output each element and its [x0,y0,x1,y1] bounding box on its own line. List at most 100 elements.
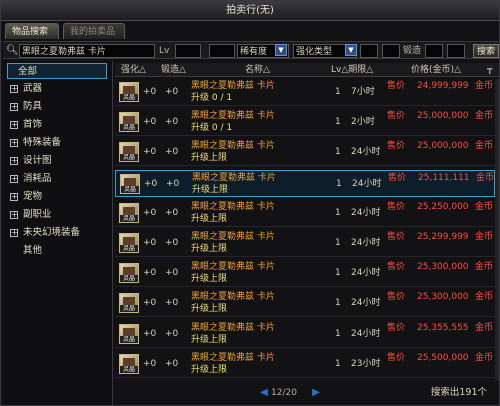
table-row[interactable]: 灵晶 +0 +0 黑眼之夏勒弗兹 卡片 升级 0 / 1 1 2小时 售价 25,000,000… [115,109,495,137]
header-lv-time[interactable]: Lv△期限△ [331,63,373,77]
result-count: 搜索出191个 [430,387,487,398]
item-icon-label: 灵晶 [120,305,138,313]
expand-icon[interactable]: + [10,229,18,237]
forge-min-input[interactable] [425,44,443,58]
sidebar-item-pet[interactable]: + 宠物 [7,189,107,205]
level-value: 1 [335,238,341,248]
sidebar-item-special-equipment[interactable]: + 特殊装备 [7,135,107,151]
card-item-icon[interactable]: 灵晶 [119,233,139,253]
sidebar-item-armor[interactable]: + 防具 [7,99,107,115]
card-item-icon[interactable]: 灵晶 [119,263,139,284]
level-value: 1 [335,328,341,339]
header-price[interactable]: 价格(金币)△ [411,63,461,77]
scrollbar[interactable] [495,79,499,381]
table-row[interactable]: 灵晶 +0 +0 黑眼之夏勒弗兹 卡片 升级上限 1 23小时 售价 25,500,000 金币 [115,351,495,378]
lv-min-input[interactable] [175,44,201,58]
sidebar-item-label: 未央幻境装备 [23,227,81,238]
sale-label: 售价 [387,322,406,333]
upgrade-status: 升级上限 [191,334,228,345]
search-icon: 🔍︎ [6,45,19,56]
price-value: 24,999,999 [417,81,469,91]
currency-label: 金币 [475,232,494,242]
level-value: 1 [335,298,341,309]
card-item-icon[interactable]: 灵晶 [119,142,139,163]
header-enhance[interactable]: 强化△ [121,63,146,77]
table-row[interactable]: 灵晶 +0 +0 黑眼之夏勒弗兹 卡片 升级上限 1 24小时 售价 25,299,999 金币 [115,230,495,257]
enhance-min-input[interactable] [360,44,378,58]
table-row[interactable]: 灵晶 +0 +0 黑眼之夏勒弗兹 卡片 升级 0 / 1 1 7小时 售价 24,999,999… [115,79,495,106]
sidebar-item-label: 首饰 [23,119,43,130]
upgrade-status: 升级上限 [191,244,228,254]
search-button[interactable]: 搜索 [473,44,499,58]
sidebar-item-blueprint[interactable]: + 设计图 [7,153,107,169]
expand-icon[interactable]: + [10,211,18,219]
price-value: 25,300,000 [417,262,469,273]
expand-icon[interactable]: + [10,121,18,129]
card-item-icon[interactable]: 灵晶 [119,323,139,344]
search-bar: 🔍︎ 黑眼之夏勒弗兹 卡片 Lv 稀有度 ▼ 强化类型 ▼ 锻造 搜索 [3,41,499,59]
sale-label: 售价 [387,262,406,273]
forge-max-input[interactable] [447,44,465,58]
enhance-max-input[interactable] [382,44,400,58]
card-item-icon[interactable]: 灵晶 [119,82,139,102]
card-item-icon[interactable]: 灵晶 [119,202,139,223]
sidebar-item-label: 防具 [23,101,43,112]
tab-item-search[interactable]: 物品搜索 [5,23,59,39]
expand-icon[interactable]: + [10,157,18,165]
prev-page-icon[interactable]: ◀ [259,386,269,400]
table-row[interactable]: 灵晶 +0 +0 黑眼之夏勒弗兹 卡片 升级上限 1 24小时 售价 25,000,000 金币 [115,139,495,167]
expand-icon[interactable]: + [10,103,18,111]
forge-value: +0 [165,328,179,339]
chevron-down-icon[interactable]: ▼ [345,44,357,56]
sale-label: 售价 [387,141,406,152]
expand-icon[interactable]: + [10,175,18,183]
table-row[interactable]: 灵晶 +0 +0 黑眼之夏勒弗兹 卡片 升级上限 1 24小时 售价 25,300,000 金币 [115,260,495,288]
level-value: 1 [335,358,341,369]
item-icon-label: 灵晶 [120,154,138,162]
header-forge[interactable]: 锻造△ [161,63,186,77]
forge-value: +0 [165,358,179,369]
page-indicator: 12/20 [271,388,297,398]
table-row[interactable]: 灵晶 +0 +0 黑眼之夏勒弗兹 卡片 升级上限 1 24小时 售价 25,300,000 金币 [115,290,495,318]
enhance-value: +0 [143,147,157,158]
card-item-icon[interactable]: 灵晶 [120,173,140,194]
sidebar-item-label: 消耗品 [23,173,52,184]
price-value: 25,500,000 [417,352,469,363]
tab-my-auctions[interactable]: 我的拍卖品 [63,23,125,39]
sidebar-item-all[interactable]: 全部 [7,63,107,79]
item-name: 黑眼之夏勒弗兹 卡片 [191,232,275,242]
card-item-icon[interactable]: 灵晶 [119,293,139,314]
item-name-input[interactable]: 黑眼之夏勒弗兹 卡片 [19,44,155,58]
pin-icon[interactable]: ┳ [487,63,492,77]
chevron-down-icon[interactable]: ▼ [275,44,287,56]
sidebar-item-accessory[interactable]: + 首饰 [7,117,107,133]
lv-max-input[interactable] [209,44,235,58]
price-value: 25,250,000 [417,201,469,212]
currency-label: 金币 [475,81,494,91]
sidebar-item-weapon[interactable]: + 武器 [7,81,107,97]
forge-label: 锻造 [403,46,422,56]
item-name: 黑眼之夏勒弗兹 卡片 [191,81,275,91]
sidebar-item-other[interactable]: 其他 [7,243,107,259]
item-icon-label: 灵晶 [120,94,138,101]
expand-icon[interactable]: + [10,193,18,201]
card-item-icon[interactable]: 灵晶 [119,112,139,133]
next-page-icon[interactable]: ▶ [311,386,321,400]
item-icon-label: 灵晶 [120,214,138,222]
expand-icon[interactable]: + [10,139,18,147]
sidebar-item-label: 武器 [23,83,43,94]
sidebar-item-subjob[interactable]: + 副职业 [7,207,107,223]
header-name[interactable]: 名称△ [245,63,270,77]
table-row[interactable]: 灵晶 +0 +0 黑眼之夏勒弗兹 卡片 升级上限 1 24小时 售价 25,111,111 金币 [115,169,495,197]
card-item-icon[interactable]: 灵晶 [119,353,139,374]
table-row[interactable]: 灵晶 +0 +0 黑眼之夏勒弗兹 卡片 升级上限 1 24小时 售价 25,355,555 金币 [115,321,495,348]
currency-label: 金币 [475,352,494,363]
level-value: 1 [335,268,341,279]
currency-label: 金币 [475,262,494,273]
sidebar-item-consumable[interactable]: + 消耗品 [7,171,107,187]
expand-icon[interactable]: + [10,85,18,93]
sidebar-item-illusion-equipment[interactable]: + 未央幻境装备 [7,225,107,241]
sidebar-item-label: 全部 [18,66,38,77]
time-remaining: 23小时 [351,358,381,369]
table-row[interactable]: 灵晶 +0 +0 黑眼之夏勒弗兹 卡片 升级上限 1 24小时 售价 25,250,000 金币 [115,200,495,227]
